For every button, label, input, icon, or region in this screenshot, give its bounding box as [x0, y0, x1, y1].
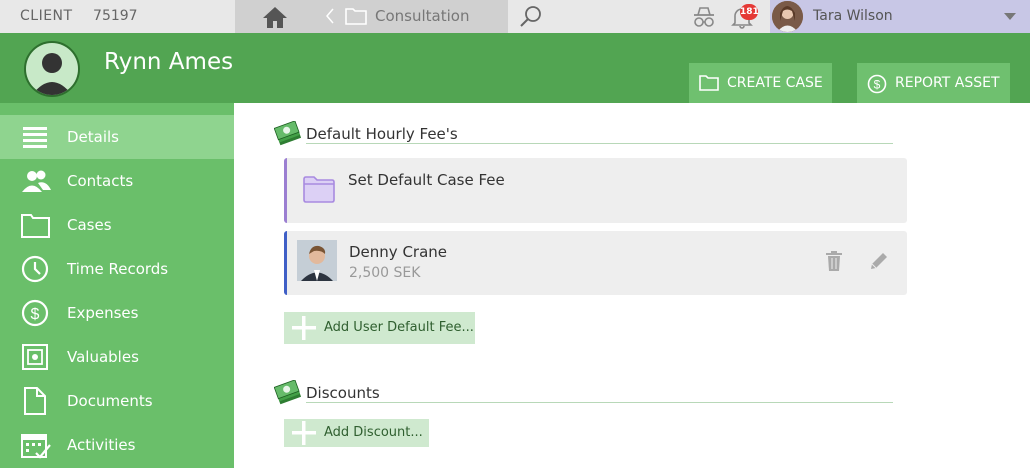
sidebar: Details Contacts Cases Time Records $ Ex… [0, 103, 234, 468]
sidebar-item-label: Details [67, 128, 120, 146]
plus-icon [292, 421, 316, 445]
folder-icon [303, 176, 335, 203]
sidebar-item-label: Expenses [67, 304, 139, 322]
search-icon[interactable] [518, 4, 544, 30]
folder-icon [345, 8, 367, 25]
section-divider [306, 402, 893, 403]
discounts-section-title: Discounts [306, 384, 380, 402]
client-label: CLIENT [20, 8, 73, 24]
sidebar-item-activities[interactable]: Activities [0, 423, 234, 467]
pencil-icon[interactable] [869, 251, 889, 271]
money-icon [274, 121, 302, 146]
sidebar-item-valuables[interactable]: Valuables [0, 335, 234, 379]
fees-section-title: Default Hourly Fee's [306, 125, 458, 143]
sidebar-item-label: Contacts [67, 172, 134, 190]
sidebar-item-label: Documents [67, 392, 153, 410]
folder-icon [699, 75, 719, 91]
section-divider [306, 143, 893, 144]
client-avatar [24, 41, 80, 97]
chevron-down-icon[interactable] [1004, 13, 1016, 20]
default-case-fee-card[interactable]: Set Default Case Fee [284, 158, 907, 223]
page-title: Rynn Ames [104, 49, 234, 75]
home-button[interactable] [235, 0, 315, 33]
top-bar: CLIENT 75197 Consultation 181 Tara Wilso… [0, 0, 1030, 33]
svg-text:$: $ [31, 306, 40, 323]
list-icon [23, 127, 47, 148]
plus-icon [292, 316, 316, 340]
sidebar-item-time-records[interactable]: Time Records [0, 247, 234, 291]
user-avatar [772, 1, 803, 32]
create-case-button[interactable]: CREATE CASE [689, 63, 832, 103]
sidebar-item-label: Cases [67, 216, 112, 234]
fee-user-name: Denny Crane [349, 243, 448, 261]
clock-icon [21, 255, 49, 283]
sidebar-item-documents[interactable]: Documents [0, 379, 234, 423]
client-header: Rynn Ames CREATE CASE $ REPORT ASSET [0, 33, 1030, 103]
sidebar-item-label: Activities [67, 436, 136, 454]
sidebar-item-contacts[interactable]: Contacts [0, 159, 234, 203]
document-icon [24, 387, 46, 415]
folder-icon [21, 214, 50, 238]
sidebar-item-label: Time Records [67, 260, 169, 278]
sidebar-item-expenses[interactable]: $ Expenses [0, 291, 234, 335]
add-user-fee-label: Add User Default Fee... [324, 320, 474, 335]
safe-icon [22, 344, 48, 370]
user-fee-card[interactable]: Denny Crane 2,500 SEK [284, 231, 907, 295]
client-indicator: CLIENT 75197 [0, 0, 235, 33]
add-discount-button[interactable]: Add Discount... [284, 419, 429, 447]
client-number: 75197 [93, 8, 138, 24]
report-asset-label: REPORT ASSET [895, 75, 1000, 91]
money-icon [274, 380, 302, 405]
add-user-fee-button[interactable]: Add User Default Fee... [284, 312, 475, 344]
user-name: Tara Wilson [813, 8, 893, 24]
user-menu[interactable]: Tara Wilson [770, 0, 1030, 33]
fee-amount: 2,500 SEK [349, 265, 421, 281]
trash-icon[interactable] [825, 251, 843, 271]
sidebar-item-details[interactable]: Details [0, 115, 234, 159]
people-icon [22, 170, 51, 192]
dollar-circle-icon: $ [867, 74, 887, 94]
person-icon [26, 43, 78, 95]
chevron-left-icon[interactable] [325, 8, 335, 24]
add-discount-label: Add Discount... [324, 425, 423, 440]
sidebar-item-cases[interactable]: Cases [0, 203, 234, 247]
incognito-icon[interactable] [690, 5, 718, 29]
sidebar-item-label: Valuables [67, 348, 139, 366]
default-case-fee-label: Set Default Case Fee [348, 171, 505, 189]
breadcrumb-label: Consultation [375, 7, 470, 25]
svg-text:$: $ [874, 78, 881, 92]
notification-badge: 181 [740, 4, 759, 20]
home-icon [263, 7, 287, 28]
dollar-icon: $ [21, 299, 49, 327]
breadcrumb[interactable]: Consultation [315, 0, 508, 33]
calendar-icon [21, 434, 51, 459]
report-asset-button[interactable]: $ REPORT ASSET [857, 63, 1010, 103]
create-case-label: CREATE CASE [727, 75, 823, 91]
user-photo [297, 240, 337, 281]
